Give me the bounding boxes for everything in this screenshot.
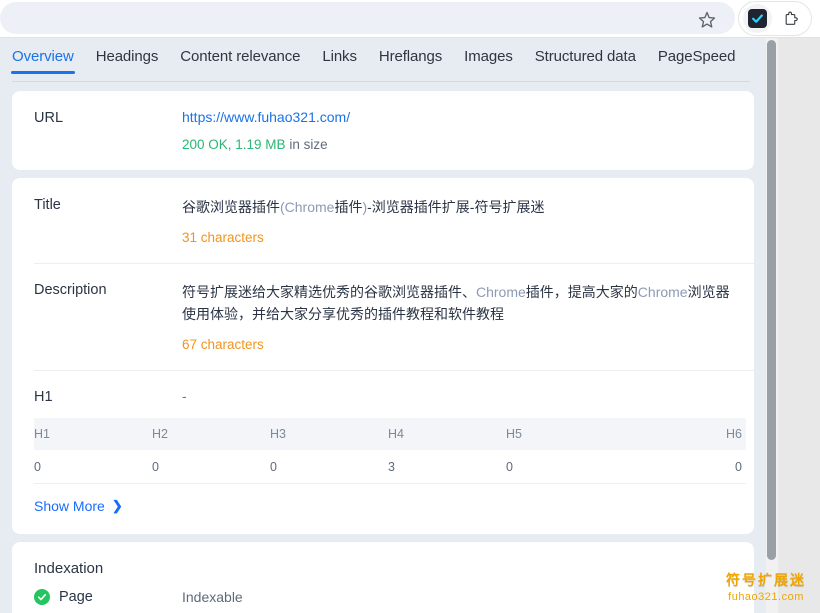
extensions-puzzle-icon[interactable] bbox=[778, 6, 804, 32]
headings-table-row: 0 0 0 3 0 0 bbox=[34, 450, 746, 484]
description-part-b: 插件，提高大家的 bbox=[525, 284, 638, 300]
heading-count-h6: 0 bbox=[735, 459, 742, 474]
title-body: 谷歌浏览器插件(Chrome插件)-浏览器插件扩展-符号扩展迷 31 chara… bbox=[182, 196, 732, 245]
description-row: Description 符号扩展迷给大家精选优秀的谷歌浏览器插件、Chrome插… bbox=[12, 263, 754, 370]
show-more-label: Show More bbox=[34, 498, 105, 514]
title-char-count: 31 characters bbox=[182, 230, 264, 245]
heading-col-h1: H1 bbox=[34, 427, 50, 441]
heading-col-h5: H5 bbox=[506, 427, 522, 441]
description-keyword-2: Chrome bbox=[637, 284, 688, 300]
heading-count-h1: 0 bbox=[34, 459, 41, 474]
indexation-card: Indexation Page Indexable bbox=[12, 542, 754, 613]
description-keyword-1: Chrome bbox=[476, 284, 526, 300]
chevron-right-icon: ❯ bbox=[111, 498, 123, 513]
indexation-page-label-group: Page bbox=[34, 589, 182, 605]
description-text: 符号扩展迷给大家精选优秀的谷歌浏览器插件、Chrome插件，提高大家的Chrom… bbox=[182, 281, 732, 325]
indexation-page-row: Page Indexable bbox=[12, 581, 754, 613]
url-link[interactable]: https://www.fuhao321.com/ bbox=[182, 109, 350, 125]
tab-bar: Overview Headings Content relevance Link… bbox=[0, 38, 766, 83]
headings-table-header: H1 H2 H3 H4 H5 H6 bbox=[34, 418, 746, 450]
description-part-a: 符号扩展迷给大家精选优秀的谷歌浏览器插件、 bbox=[182, 284, 476, 300]
indexation-title: Indexation bbox=[34, 560, 104, 577]
url-row: URL https://www.fuhao321.com/ 200 OK, 1.… bbox=[12, 91, 754, 170]
headings-table: H1 H2 H3 H4 H5 H6 0 0 0 3 0 0 bbox=[34, 418, 746, 484]
title-keyword-1: (Chrome bbox=[280, 199, 335, 215]
overview-scroll-area[interactable]: URL https://www.fuhao321.com/ 200 OK, 1.… bbox=[0, 83, 766, 613]
tab-hreflangs[interactable]: Hreflangs bbox=[379, 48, 442, 74]
address-bar[interactable] bbox=[0, 2, 735, 34]
url-status-suffix: in size bbox=[285, 137, 328, 152]
tab-links[interactable]: Links bbox=[322, 48, 357, 74]
indexation-page-value: Indexable bbox=[182, 589, 243, 605]
description-char-count: 67 characters bbox=[182, 337, 264, 352]
tab-underline-track bbox=[12, 81, 750, 82]
url-label: URL bbox=[34, 110, 64, 126]
title-part-a: 谷歌浏览器插件 bbox=[182, 199, 280, 215]
url-status-code: 200 OK, 1.19 MB bbox=[182, 137, 286, 152]
heading-count-h2: 0 bbox=[152, 459, 159, 474]
indexation-page-label: Page bbox=[59, 589, 93, 605]
url-status: 200 OK, 1.19 MB in size bbox=[182, 137, 732, 152]
heading-col-h6: H6 bbox=[726, 427, 742, 441]
h1-value: - bbox=[182, 388, 187, 404]
title-part-b: 插件 bbox=[334, 199, 363, 215]
checkmark-extension-icon bbox=[748, 9, 767, 28]
heading-col-h2: H2 bbox=[152, 427, 168, 441]
description-body: 符号扩展迷给大家精选优秀的谷歌浏览器插件、Chrome插件，提高大家的Chrom… bbox=[182, 281, 732, 352]
url-body: https://www.fuhao321.com/ 200 OK, 1.19 M… bbox=[182, 109, 732, 152]
h1-row: H1 - bbox=[12, 370, 754, 418]
description-label: Description bbox=[34, 282, 107, 298]
tab-overview[interactable]: Overview bbox=[11, 48, 75, 74]
tab-list: Overview Headings Content relevance Link… bbox=[11, 48, 736, 74]
heading-col-h3: H3 bbox=[270, 427, 286, 441]
h1-body: - bbox=[182, 388, 732, 406]
show-more-container: Show More ❯ bbox=[12, 484, 754, 534]
show-more-button[interactable]: Show More ❯ bbox=[34, 498, 123, 514]
url-card: URL https://www.fuhao321.com/ 200 OK, 1.… bbox=[12, 91, 754, 170]
heading-col-h4: H4 bbox=[388, 427, 404, 441]
page-background bbox=[778, 38, 820, 613]
title-part-c: -浏览器插件扩展-符号扩展迷 bbox=[367, 199, 545, 215]
tab-content-relevance[interactable]: Content relevance bbox=[180, 48, 300, 74]
seo-extension-button[interactable] bbox=[743, 4, 772, 33]
tab-images[interactable]: Images bbox=[464, 48, 513, 74]
h1-label: H1 bbox=[34, 389, 53, 405]
heading-count-h3: 0 bbox=[270, 459, 277, 474]
seo-extension-panel: Overview Headings Content relevance Link… bbox=[0, 38, 766, 613]
scrollbar-thumb[interactable] bbox=[767, 40, 776, 560]
meta-card: Title 谷歌浏览器插件(Chrome插件)-浏览器插件扩展-符号扩展迷 31… bbox=[12, 178, 754, 534]
green-check-circle-icon bbox=[34, 589, 50, 605]
bookmark-star-icon[interactable] bbox=[697, 10, 717, 30]
title-label: Title bbox=[34, 197, 61, 213]
heading-count-h4: 3 bbox=[388, 459, 395, 474]
title-row: Title 谷歌浏览器插件(Chrome插件)-浏览器插件扩展-符号扩展迷 31… bbox=[12, 178, 754, 263]
browser-toolbar bbox=[0, 0, 820, 38]
tab-pagespeed[interactable]: PageSpeed bbox=[658, 48, 736, 74]
heading-count-h5: 0 bbox=[506, 459, 513, 474]
tab-headings[interactable]: Headings bbox=[96, 48, 159, 74]
tab-structured-data[interactable]: Structured data bbox=[535, 48, 636, 74]
title-text: 谷歌浏览器插件(Chrome插件)-浏览器插件扩展-符号扩展迷 bbox=[182, 196, 732, 218]
